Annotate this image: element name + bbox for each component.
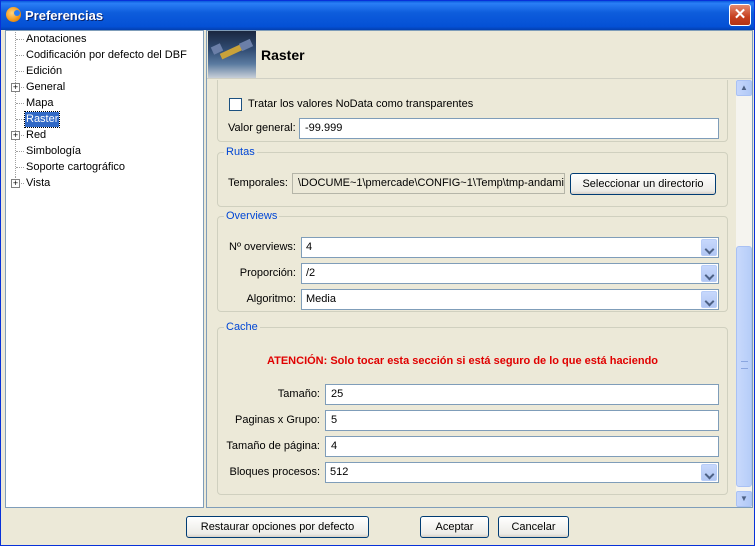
ratio-select[interactable]: /2 xyxy=(301,263,719,284)
tree-connector xyxy=(16,151,24,152)
tree-item-simbología[interactable]: Simbología xyxy=(6,144,204,159)
nodata-checkbox[interactable] xyxy=(229,98,242,111)
tree-connector xyxy=(16,71,24,72)
scroll-up-button[interactable]: ▲ xyxy=(736,80,752,96)
general-value-label: Valor general: xyxy=(228,122,296,134)
tree-item-label: General xyxy=(26,81,66,93)
tree-connector xyxy=(16,167,24,168)
preferences-tree: Anotaciones Codificación por defecto del … xyxy=(5,30,204,508)
algorithm-value: Media xyxy=(306,293,336,305)
settings-panel: Raster Tratar los valores NoData como tr… xyxy=(206,30,753,508)
tree-item-label: Red xyxy=(26,129,47,141)
preferences-window: Preferencias ✕ Anotaciones Codificación p… xyxy=(0,0,755,546)
page-size-label: Tamaño de página: xyxy=(226,440,320,452)
settings-content: Tratar los valores NoData como transpare… xyxy=(207,80,734,507)
algorithm-select[interactable]: Media xyxy=(301,289,719,310)
overviews-group: Overviews Nº overviews: 4 Proporción: /2… xyxy=(217,209,728,312)
overviews-count-select[interactable]: 4 xyxy=(301,237,719,258)
nodata-group: Tratar los valores NoData como transpare… xyxy=(217,80,728,142)
window-title: Preferencias xyxy=(25,8,104,23)
chevron-down-icon[interactable] xyxy=(701,291,717,308)
tree-item-label: Raster xyxy=(23,111,61,128)
expand-icon[interactable]: + xyxy=(11,83,20,92)
overviews-count-label: Nº overviews: xyxy=(229,241,296,253)
overviews-count-value: 4 xyxy=(306,241,313,253)
tree-item-red[interactable]: + Red xyxy=(6,128,204,143)
ratio-label: Proporción: xyxy=(239,267,296,279)
panel-header: Raster xyxy=(207,31,752,79)
cache-group: Cache ATENCIÓN: Solo tocar esta sección … xyxy=(217,320,728,495)
tree-item-soporte-cartográfico[interactable]: Soporte cartográfico xyxy=(6,160,204,175)
cache-size-label: Tamaño: xyxy=(277,388,320,400)
accept-button[interactable]: Aceptar xyxy=(420,516,489,538)
chevron-down-icon[interactable] xyxy=(701,265,717,282)
restore-defaults-button[interactable]: Restaurar opciones por defecto xyxy=(186,516,369,538)
blocks-value: 512 xyxy=(330,466,349,478)
overviews-title: Overviews xyxy=(224,209,280,223)
blocks-select[interactable]: 512 xyxy=(325,462,719,483)
temporales-label: Temporales: xyxy=(228,177,288,189)
scroll-thumb[interactable] xyxy=(736,246,752,487)
chevron-down-icon[interactable] xyxy=(701,464,717,481)
tree-item-label: Codificación por defecto del DBF xyxy=(26,49,187,61)
tree-item-general[interactable]: + General xyxy=(6,80,204,95)
tree-connector xyxy=(16,39,24,40)
panel-title: Raster xyxy=(261,47,305,63)
page-size-input[interactable]: 4 xyxy=(325,436,719,457)
general-value-input[interactable]: -99.999 xyxy=(299,118,719,139)
expand-icon[interactable]: + xyxy=(11,131,20,140)
title-bar[interactable]: Preferencias ✕ xyxy=(1,1,754,30)
pages-per-group-label: Paginas x Grupo: xyxy=(235,414,320,426)
blocks-label: Bloques procesos: xyxy=(229,466,321,478)
cache-size-input[interactable]: 25 xyxy=(325,384,719,405)
tree-item-anotaciones[interactable]: Anotaciones xyxy=(6,32,204,47)
expand-icon[interactable]: + xyxy=(11,179,20,188)
tree-item-label: Vista xyxy=(26,177,51,189)
ratio-value: /2 xyxy=(306,267,316,279)
tree-connector xyxy=(16,55,24,56)
tree-item-label: Mapa xyxy=(26,97,54,109)
grip-icon xyxy=(741,361,748,369)
tree-connector xyxy=(16,103,24,104)
chevron-down-icon[interactable] xyxy=(701,239,717,256)
rutas-group: Rutas Temporales: \DOCUME~1\pmercade\CON… xyxy=(217,145,728,207)
scroll-down-button[interactable]: ▼ xyxy=(736,491,752,507)
tree-item-label: Edición xyxy=(26,65,63,77)
vertical-scrollbar[interactable]: ▲ ▼ xyxy=(736,80,752,507)
app-icon xyxy=(6,7,21,22)
tree-item-mapa[interactable]: Mapa xyxy=(6,96,204,111)
cache-title: Cache xyxy=(224,320,260,334)
close-button[interactable]: ✕ xyxy=(729,4,751,26)
select-directory-button[interactable]: Seleccionar un directorio xyxy=(570,173,716,195)
tree-connector xyxy=(16,119,24,120)
pages-per-group-input[interactable]: 5 xyxy=(325,410,719,431)
tree-item-codificación-por-defecto-del-dbf[interactable]: Codificación por defecto del DBF xyxy=(6,48,204,63)
tree-item-raster[interactable]: Raster xyxy=(6,111,204,128)
tree-item-vista[interactable]: + Vista xyxy=(6,176,204,191)
tree-item-label: Simbología xyxy=(26,145,82,157)
tree-item-edición[interactable]: Edición xyxy=(6,64,204,79)
rutas-title: Rutas xyxy=(224,145,257,159)
cache-warning-text: ATENCIÓN: Solo tocar esta sección si est… xyxy=(267,355,659,367)
cancel-button[interactable]: Cancelar xyxy=(498,516,569,538)
temporales-path-field[interactable]: \DOCUME~1\pmercade\CONFIG~1\Temp\tmp-and… xyxy=(292,173,565,194)
algorithm-label: Algoritmo: xyxy=(246,293,296,305)
nodata-checkbox-label: Tratar los valores NoData como transpare… xyxy=(248,98,474,110)
tree-item-label: Soporte cartográfico xyxy=(26,161,126,173)
satellite-icon xyxy=(208,31,256,78)
tree-item-label: Anotaciones xyxy=(26,33,87,45)
